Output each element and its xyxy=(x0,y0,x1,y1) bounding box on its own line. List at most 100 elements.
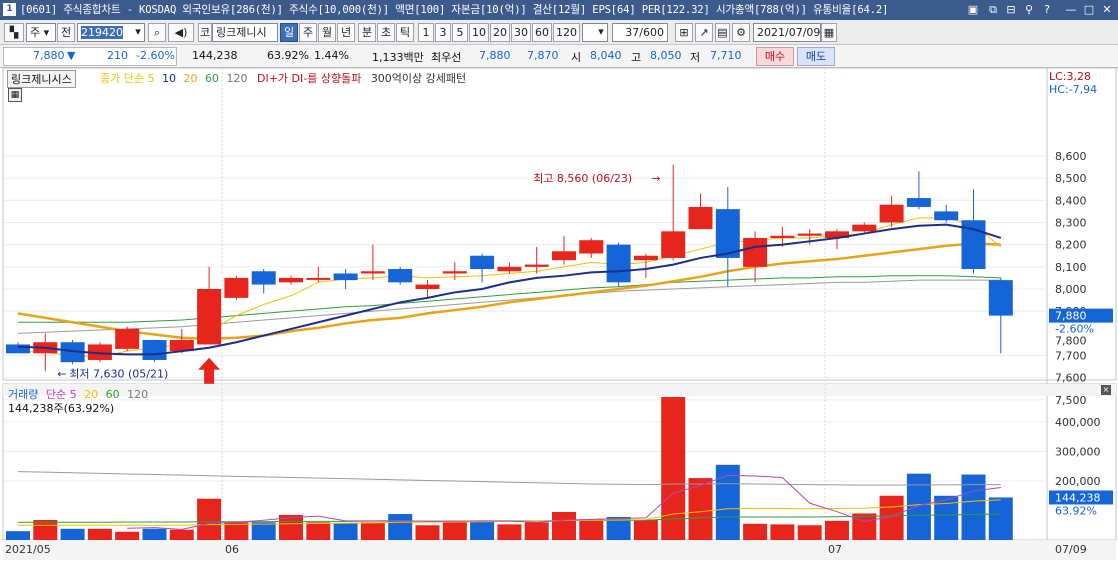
calendar-icon[interactable]: ▦ xyxy=(821,23,837,42)
interval-dropdown-icon[interactable]: ▾ xyxy=(594,23,608,42)
volume-bar xyxy=(142,528,167,540)
best-bid: 7,870 xyxy=(527,49,559,62)
price-tick-label: 8,500 xyxy=(1055,172,1087,185)
volume-bar xyxy=(333,522,358,540)
candle-body xyxy=(743,237,768,267)
volume-bar xyxy=(169,529,194,540)
code-value: 219420 xyxy=(81,26,123,39)
change-percent: -2.60% xyxy=(136,49,175,62)
chart-menu-icon[interactable]: ▚ xyxy=(4,23,24,42)
legend-vol-ma120: 120 xyxy=(127,388,149,401)
trendline-icon[interactable]: ↗ xyxy=(695,23,713,42)
low-price: 7,710 xyxy=(710,49,742,62)
volume-bar xyxy=(442,520,467,540)
open-label: 시 xyxy=(571,51,582,64)
high-price: 8,050 xyxy=(650,49,682,62)
restore-window-icon[interactable]: ▣ xyxy=(966,3,980,17)
tab-day[interactable]: 일 xyxy=(280,23,298,42)
volume-bar xyxy=(633,519,658,540)
chart-area[interactable]: 7,5007,6007,7007,9008,0008,1008,2008,300… xyxy=(0,68,1118,563)
tab-tick[interactable]: 틱 xyxy=(396,23,414,42)
volume-value: 144,238 xyxy=(192,49,238,62)
volume-bar xyxy=(988,497,1013,540)
link-icon[interactable]: ⊟ xyxy=(1004,3,1018,17)
volume-pct-tag: 63.92% xyxy=(1055,504,1097,517)
save-icon[interactable]: ▤ xyxy=(715,23,730,42)
volume-ratio: 63.92% xyxy=(267,49,309,62)
tab-year[interactable]: 년 xyxy=(337,23,355,42)
candle-body xyxy=(688,206,713,230)
volume-bar xyxy=(825,520,849,540)
market-prefix[interactable]: 코 xyxy=(198,23,212,42)
maximize-icon[interactable]: □ xyxy=(1082,3,1096,17)
volume-bar xyxy=(197,498,222,540)
interval-120[interactable]: 120 xyxy=(553,23,580,42)
indicator-icon[interactable]: ⊞ xyxy=(675,23,693,42)
candle-body xyxy=(988,280,1013,316)
price-panel-frame xyxy=(2,68,1117,381)
search-icon[interactable]: ⌕ xyxy=(148,23,166,42)
interval-60[interactable]: 60 xyxy=(532,23,552,42)
tab-second[interactable]: 초 xyxy=(377,23,395,42)
price-tick-label: 8,000 xyxy=(1055,283,1087,296)
gear-icon[interactable]: ⚙ xyxy=(732,23,750,42)
interval-1[interactable]: 1 xyxy=(418,23,434,42)
panel-close-icon[interactable]: × xyxy=(1101,385,1111,395)
pin-icon[interactable]: ⚲ xyxy=(1022,3,1036,17)
last-price-tag: 7,880 xyxy=(1055,310,1087,323)
close-icon[interactable]: ✕ xyxy=(1100,3,1114,17)
candle-body xyxy=(306,277,331,280)
volume-bar xyxy=(497,524,522,540)
legend-pattern: 300억이상 강세패턴 xyxy=(370,72,467,85)
candle-body xyxy=(470,255,495,270)
volume-bar xyxy=(87,528,112,540)
legend-ma10: 10 xyxy=(161,72,176,85)
lc-value: LC:3,28 xyxy=(1049,70,1092,83)
bar-count-field[interactable]: 37/600 xyxy=(612,23,668,42)
volume-tick-label: 300,000 xyxy=(1055,446,1101,459)
mode-select[interactable]: 주 ▾ xyxy=(26,23,56,42)
price-tick-label: 7,800 xyxy=(1055,334,1087,347)
minimize-icon[interactable]: — xyxy=(1064,3,1078,17)
bar-count-max: /600 xyxy=(639,26,664,39)
stock-name-field[interactable]: 링크제니시 xyxy=(212,23,278,42)
date-field[interactable]: 2021/07/09 xyxy=(753,23,821,42)
tab-month[interactable]: 월 xyxy=(318,23,336,42)
ma120-line xyxy=(17,279,1001,334)
high-arrow-icon: → xyxy=(651,172,660,185)
volume-last-tag: 144,238 xyxy=(1055,491,1101,504)
tab-minute[interactable]: 분 xyxy=(358,23,376,42)
volume-bar xyxy=(60,528,85,540)
price-legend: 종가 단순 5 10 20 60 120 DI+가 DI-를 상향돌파 300억… xyxy=(100,70,467,85)
interval-10[interactable]: 10 xyxy=(469,23,489,42)
interval-20[interactable]: 20 xyxy=(490,23,510,42)
candle-body xyxy=(497,266,522,272)
interval-30[interactable]: 30 xyxy=(511,23,531,42)
candle-body xyxy=(797,233,822,236)
interval-3[interactable]: 3 xyxy=(435,23,451,42)
low-annotation: 최저 7,630 (05/21) xyxy=(69,367,168,380)
help-icon[interactable]: ? xyxy=(1040,3,1054,17)
current-price: 7,880 xyxy=(33,49,65,62)
candle-body xyxy=(879,204,904,223)
stock-label: 링크제니시스 xyxy=(7,70,76,88)
candle-body xyxy=(442,271,467,274)
stock-chart[interactable]: 7,5007,6007,7007,9008,0008,1008,2008,300… xyxy=(0,68,1118,563)
x-axis-label: 07 xyxy=(828,543,842,556)
change-arrow: ▼ xyxy=(67,49,76,62)
period-button[interactable]: 전 xyxy=(57,23,75,42)
table-icon[interactable]: ▦ xyxy=(8,88,22,102)
price-tick-label: 8,200 xyxy=(1055,239,1087,252)
candle-body xyxy=(6,344,30,354)
tab-week[interactable]: 주 xyxy=(299,23,317,42)
cascade-icon[interactable]: ⧉ xyxy=(986,3,1000,17)
candle-body xyxy=(934,211,959,221)
turnover-rate: 1.44% xyxy=(314,49,349,62)
sell-button[interactable]: 매도 xyxy=(797,47,835,66)
interval-5[interactable]: 5 xyxy=(452,23,468,42)
code-dropdown-icon[interactable]: ▾ xyxy=(131,23,145,42)
best-label: 최우선 xyxy=(431,51,462,64)
window-title: [0601] 주식종합차트 - KOSDAQ 외국인보유[286(천)] 주식수… xyxy=(20,4,889,16)
buy-button[interactable]: 매수 xyxy=(756,47,794,66)
speaker-icon[interactable]: ◀) xyxy=(168,23,194,42)
